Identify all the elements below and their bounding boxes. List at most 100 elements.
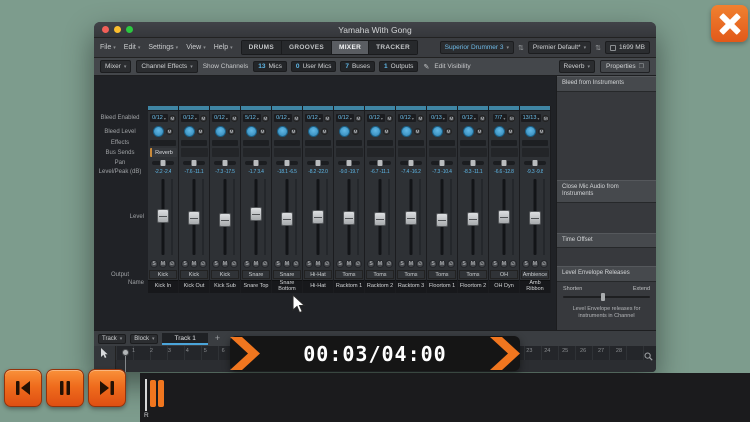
level-fader[interactable] [148, 176, 178, 258]
block-select[interactable]: Block ▾ [130, 334, 158, 344]
channel-name[interactable]: Floortom 1 [427, 280, 457, 293]
level-fader[interactable] [458, 176, 488, 258]
channel-name[interactable]: Kick In [148, 280, 178, 293]
fader-handle[interactable] [219, 213, 231, 227]
level-fader[interactable] [396, 176, 426, 258]
bleed-level-mute-button[interactable]: M [259, 128, 266, 135]
bleed-level-mute-button[interactable]: M [321, 128, 328, 135]
channel-name[interactable]: OH Dyn [489, 280, 519, 293]
pan-handle[interactable] [223, 160, 228, 166]
bleed-level-knob[interactable] [432, 126, 443, 137]
effects-slot[interactable] [429, 140, 455, 146]
bleed-level-mute-button[interactable]: M [538, 128, 545, 135]
bleed-level-knob[interactable] [215, 126, 226, 137]
bleed-enabled-select[interactable]: 0/13 ▾ [429, 114, 447, 122]
track-select[interactable]: Track ▾ [98, 334, 126, 344]
pan-slider[interactable] [524, 161, 546, 165]
bus-send-slot[interactable] [305, 148, 332, 157]
bleed-level-mute-button[interactable]: M [290, 128, 297, 135]
bus-send-slot[interactable] [491, 148, 518, 157]
bleed-level-knob[interactable] [525, 126, 536, 137]
solo-button[interactable]: S [398, 260, 406, 268]
solo-button[interactable]: S [336, 260, 344, 268]
bleed-enabled-select[interactable]: 7/7 ▾ [493, 114, 508, 122]
bleed-enabled-select[interactable]: 0/12 ▾ [305, 114, 323, 122]
level-fader[interactable] [241, 176, 271, 258]
bleed-level-knob[interactable] [308, 126, 319, 137]
effects-slot[interactable] [491, 140, 517, 146]
effects-slot[interactable] [460, 140, 486, 146]
bleed-level-mute-button[interactable]: M [352, 128, 359, 135]
fader-handle[interactable] [312, 210, 324, 224]
bleed-mute-button[interactable]: M [200, 115, 207, 122]
solo-button[interactable]: S [212, 260, 220, 268]
volume-fader-handle[interactable] [150, 380, 164, 407]
bleed-level-mute-button[interactable]: M [383, 128, 390, 135]
pan-handle[interactable] [378, 160, 383, 166]
fader-handle[interactable] [529, 211, 541, 225]
output-select[interactable]: Ambience [521, 270, 549, 279]
pan-slider[interactable] [152, 161, 174, 165]
effects-slot[interactable] [274, 140, 300, 146]
library-select[interactable]: Superior Drummer 3 ▾ [440, 41, 514, 54]
phase-invert-button[interactable]: ∅ [230, 260, 238, 268]
bus-send-slot[interactable] [336, 148, 363, 157]
close-video-button[interactable] [711, 5, 748, 42]
slider-handle[interactable] [601, 293, 605, 301]
effects-slot[interactable] [150, 140, 176, 146]
mute-button[interactable]: M [159, 260, 167, 268]
envelope-release-slider[interactable] [563, 296, 650, 298]
pan-slider[interactable] [493, 161, 515, 165]
pan-handle[interactable] [502, 160, 507, 166]
level-fader[interactable] [520, 176, 550, 258]
preset-select[interactable]: Premier Default* ▾ [528, 41, 591, 54]
channel-name[interactable]: Hi-Hat [303, 280, 333, 293]
pan-handle[interactable] [254, 160, 259, 166]
solo-button[interactable]: S [274, 260, 282, 268]
pan-slider[interactable] [307, 161, 329, 165]
phase-invert-button[interactable]: ∅ [168, 260, 176, 268]
output-select[interactable]: Hi-Hat [304, 270, 332, 279]
tab-mixer[interactable]: MIXER [332, 41, 368, 54]
bus-send-slot[interactable] [181, 148, 208, 157]
section-close-mic-audio[interactable]: Close Mic Audio from Instruments [557, 180, 656, 203]
effects-slot[interactable] [398, 140, 424, 146]
bleed-enabled-select[interactable]: 5/12 ▾ [243, 114, 261, 122]
pan-slider[interactable] [276, 161, 298, 165]
bleed-level-mute-button[interactable]: M [507, 128, 514, 135]
menu-edit[interactable]: Edit ▾ [124, 44, 141, 51]
section-time-offset[interactable]: Time Offset [557, 233, 656, 249]
output-select[interactable]: OH [490, 270, 518, 279]
bleed-enabled-select[interactable]: 0/12 ▾ [336, 114, 354, 122]
bleed-enabled-select[interactable]: 0/12 ▾ [150, 114, 168, 122]
pan-handle[interactable] [285, 160, 290, 166]
phase-invert-button[interactable]: ∅ [292, 260, 300, 268]
bleed-mute-button[interactable]: M [386, 115, 393, 122]
mute-button[interactable]: M [500, 260, 508, 268]
pan-slider[interactable] [462, 161, 484, 165]
mute-button[interactable]: M [345, 260, 353, 268]
menu-view[interactable]: View ▾ [186, 44, 206, 51]
level-fader[interactable] [489, 176, 519, 258]
bleed-level-mute-button[interactable]: M [445, 128, 452, 135]
bleed-level-knob[interactable] [184, 126, 195, 137]
bus-send-slot[interactable] [212, 148, 239, 157]
channel-count-filter[interactable]: 1 Outputs [379, 61, 418, 72]
bleed-mute-button[interactable]: M [324, 115, 331, 122]
output-select[interactable]: Snare [242, 270, 270, 279]
bleed-mute-button[interactable]: M [448, 115, 455, 122]
channel-effects-select[interactable]: Channel Effects ▾ [136, 60, 197, 73]
phase-invert-button[interactable]: ∅ [199, 260, 207, 268]
solo-button[interactable]: S [460, 260, 468, 268]
mute-button[interactable]: M [531, 260, 539, 268]
level-fader[interactable] [210, 176, 240, 258]
section-level-envelope-releases[interactable]: Level Envelope Releases [557, 266, 656, 282]
solo-button[interactable]: S [491, 260, 499, 268]
fader-handle[interactable] [467, 212, 479, 226]
channel-name[interactable]: Floortom 2 [458, 280, 488, 293]
bleed-level-knob[interactable] [494, 126, 505, 137]
bleed-enabled-select[interactable]: 0/12 ▾ [398, 114, 416, 122]
effect-select[interactable]: Reverb ▾ [559, 60, 595, 73]
solo-button[interactable]: S [243, 260, 251, 268]
solo-button[interactable]: S [305, 260, 313, 268]
